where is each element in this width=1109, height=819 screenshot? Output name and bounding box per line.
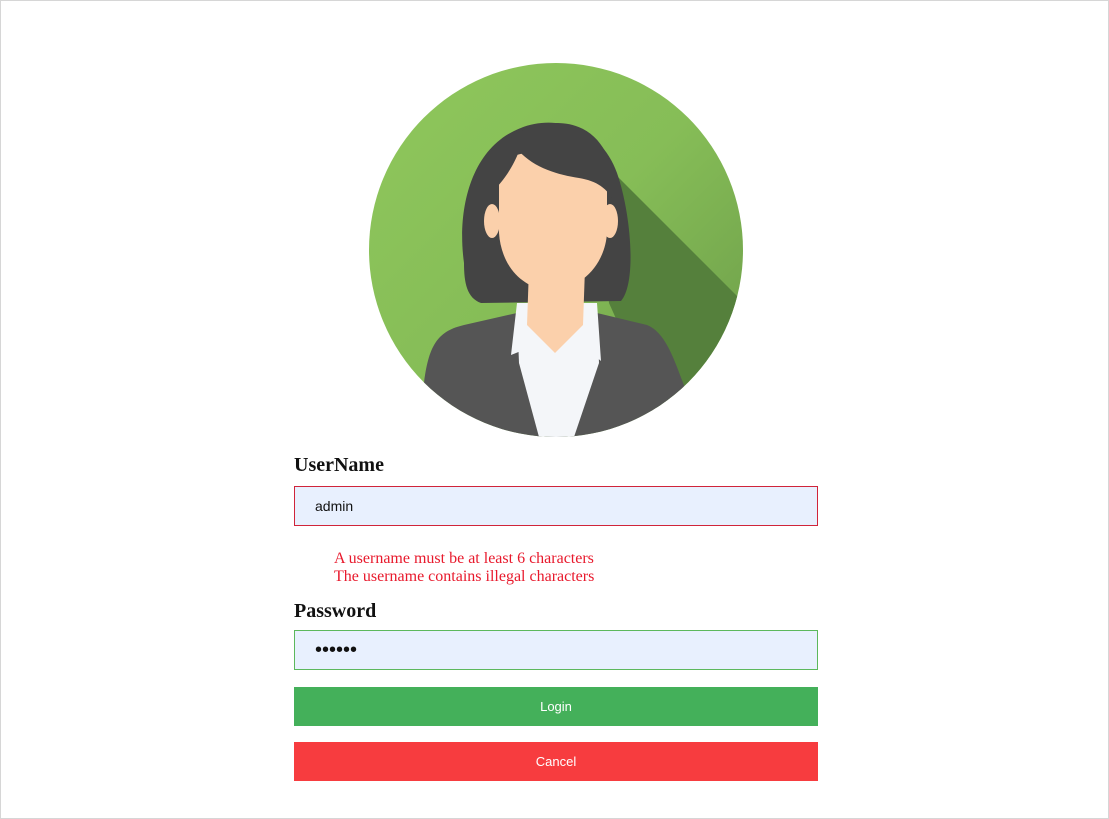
businesswoman-avatar-icon [369,63,743,437]
username-error-list: A username must be at least 6 characters… [294,550,818,586]
password-input[interactable]: •••••• [294,630,818,670]
password-label: Password [294,600,377,622]
username-error-message: The username contains illegal characters [334,568,595,585]
username-error-message: A username must be at least 6 characters [334,550,594,567]
login-form: UserName A username must be at least 6 c… [294,451,818,781]
password-masked-value: •••••• [315,639,358,661]
login-button[interactable]: Login [294,687,818,726]
username-input[interactable] [294,486,818,526]
username-label: UserName [294,454,384,476]
cancel-button[interactable]: Cancel [294,742,818,781]
login-page: UserName A username must be at least 6 c… [0,0,1109,819]
